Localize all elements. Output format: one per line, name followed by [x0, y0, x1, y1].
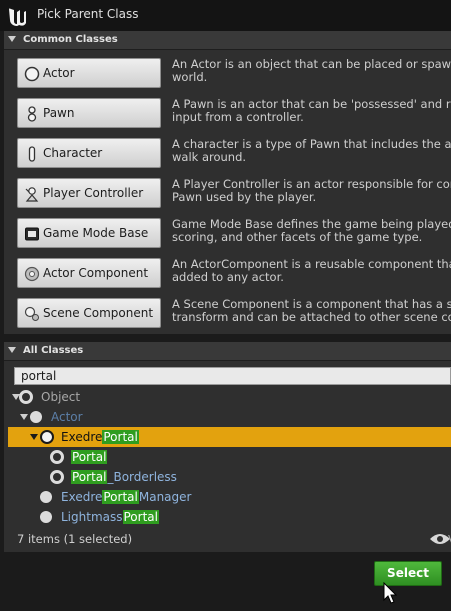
all-classes-title: All Classes — [23, 345, 84, 356]
collapse-arrow-icon[interactable] — [8, 36, 16, 42]
actor-component-class-button[interactable]: Actor Component — [17, 258, 161, 288]
player-controller-icon — [25, 187, 39, 202]
common-classes-header[interactable]: Common Classes — [4, 31, 451, 50]
blueprint-class-icon — [40, 430, 54, 444]
actor-class-icon — [40, 511, 52, 523]
character-icon — [28, 146, 36, 162]
class-button-label: Character — [43, 146, 103, 160]
actor-description: An Actor is an object that can be placed… — [172, 58, 451, 84]
expand-arrow-icon[interactable] — [30, 434, 38, 440]
item-count-status: 7 items (1 selected) — [17, 532, 133, 546]
class-object-icon — [19, 390, 33, 404]
blueprint-class-icon — [50, 450, 64, 464]
scene-component-description: A Scene Component is a component that ha… — [172, 298, 451, 324]
tree-row-label: ExedrePortal — [61, 430, 139, 444]
tree-row-label: Object — [41, 390, 81, 404]
unreal-engine-logo-icon — [9, 8, 26, 26]
tree-row-object[interactable]: Object — [4, 387, 451, 407]
tree-row-label: LightmassPortal — [61, 510, 159, 524]
window-title-bar: Pick Parent Class — [0, 0, 451, 31]
window-title: Pick Parent Class — [37, 7, 139, 21]
tree-row-label: Portal — [71, 450, 108, 464]
pawn-class-button[interactable]: Pawn — [17, 98, 161, 128]
tree-row-exedre-portal[interactable]: ExedrePortal — [8, 427, 451, 447]
expand-arrow-icon[interactable] — [20, 414, 28, 420]
actor-icon — [24, 66, 40, 82]
game-mode-base-description: Game Mode Base defines the game being pl… — [172, 218, 451, 244]
actor-class-button[interactable]: Actor — [17, 58, 161, 88]
player-controller-description: A Player Controller is an actor responsi… — [172, 178, 451, 204]
common-classes-panel: Common Classes Actor An Actor is an obje… — [4, 31, 451, 334]
tree-row-lightmass-portal[interactable]: LightmassPortal — [4, 507, 451, 527]
tree-row-label: Actor — [51, 410, 83, 424]
collapse-arrow-icon[interactable] — [8, 347, 16, 353]
pawn-description: A Pawn is an actor that can be 'possesse… — [172, 98, 451, 124]
tree-row-exedre-portal-manager[interactable]: ExedrePortalManager — [4, 487, 451, 507]
pawn-icon — [27, 106, 37, 122]
tree-row-label: ExedrePortalManager — [61, 490, 192, 504]
actor-component-description: An ActorComponent is a reusable componen… — [172, 258, 451, 284]
tree-row-portal[interactable]: Portal — [4, 447, 451, 467]
class-button-label: Actor Component — [43, 266, 149, 280]
search-input-value: portal — [21, 369, 57, 383]
all-classes-panel: All Classes portal Object Actor ExedrePo… — [4, 342, 451, 552]
class-button-label: Game Mode Base — [43, 226, 149, 240]
class-button-label: Scene Component — [43, 306, 154, 320]
all-classes-header[interactable]: All Classes — [4, 342, 451, 361]
scene-component-icon — [24, 306, 39, 321]
actor-class-icon — [40, 491, 52, 503]
player-controller-class-button[interactable]: Player Controller — [17, 178, 161, 208]
tree-row-label: Portal_Borderless — [71, 470, 177, 484]
tree-row-actor[interactable]: Actor — [4, 407, 451, 427]
character-class-button[interactable]: Character — [17, 138, 161, 168]
mouse-cursor-icon — [383, 582, 397, 604]
tree-row-portal-borderless[interactable]: Portal_Borderless — [4, 467, 451, 487]
common-classes-title: Common Classes — [23, 34, 118, 45]
actor-class-icon — [30, 411, 42, 423]
actor-component-icon — [24, 266, 40, 282]
class-button-label: Actor — [43, 66, 75, 80]
game-mode-icon — [25, 227, 39, 241]
character-description: A character is a type of Pawn that inclu… — [172, 138, 451, 164]
blueprint-class-icon — [50, 470, 64, 484]
scene-component-class-button[interactable]: Scene Component — [17, 298, 161, 328]
game-mode-base-class-button[interactable]: Game Mode Base — [17, 218, 161, 248]
class-button-label: Pawn — [43, 106, 75, 120]
class-button-label: Player Controller — [43, 186, 144, 200]
class-search-input[interactable]: portal — [14, 367, 451, 385]
